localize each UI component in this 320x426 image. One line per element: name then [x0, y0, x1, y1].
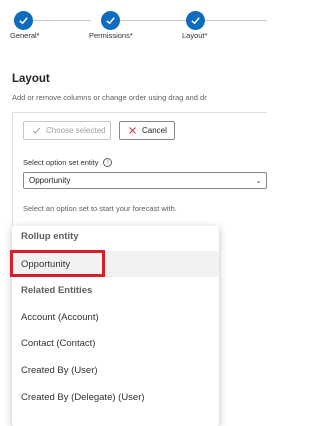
step-connector: [120, 20, 188, 21]
choose-selected-button[interactable]: Choose selected: [23, 121, 111, 140]
step-general-label[interactable]: General*: [10, 31, 40, 40]
option-set-dropdown: Rollup entity Opportunity Related Entiti…: [12, 226, 219, 426]
related-entities-header: Related Entities: [21, 285, 93, 296]
section-description: Add or remove columns or change order us…: [12, 93, 207, 102]
info-icon[interactable]: i: [103, 158, 113, 167]
step-layout-check-icon[interactable]: [186, 11, 205, 30]
step-permissions-check-icon[interactable]: [101, 11, 120, 30]
close-icon: [129, 127, 136, 134]
step-layout-label[interactable]: Layout*: [182, 31, 207, 40]
step-connector: [31, 20, 91, 21]
step-connector: [205, 20, 267, 21]
dropdown-option-created-by[interactable]: Created By (User): [12, 357, 219, 383]
option-set-label-text: Select option set entity: [23, 158, 99, 167]
step-general-check-icon[interactable]: [14, 11, 33, 30]
choose-selected-label: Choose selected: [46, 126, 106, 135]
option-set-hint: Select an option set to start your forec…: [23, 204, 177, 213]
option-set-select[interactable]: Opportunity ⌄: [23, 172, 267, 189]
dropdown-option-account[interactable]: Account (Account): [12, 304, 219, 330]
chevron-down-icon: ⌄: [255, 176, 262, 185]
cancel-button[interactable]: Cancel: [119, 121, 175, 140]
dropdown-option-opportunity[interactable]: Opportunity: [12, 251, 219, 277]
section-title: Layout: [12, 73, 50, 85]
dropdown-option-created-by-delegate[interactable]: Created By (Delegate) (User): [12, 384, 219, 410]
step-permissions-label[interactable]: Permissions*: [89, 31, 133, 40]
dropdown-option-contact[interactable]: Contact (Contact): [12, 330, 219, 356]
option-set-label: Select option set entity i: [23, 158, 113, 167]
cancel-label: Cancel: [142, 126, 167, 135]
rollup-entity-header: Rollup entity: [21, 231, 79, 242]
option-set-value: Opportunity: [29, 176, 71, 185]
checkmark-icon: [32, 127, 41, 134]
wizard-stepper: General* Permissions* Layout*: [0, 0, 267, 44]
